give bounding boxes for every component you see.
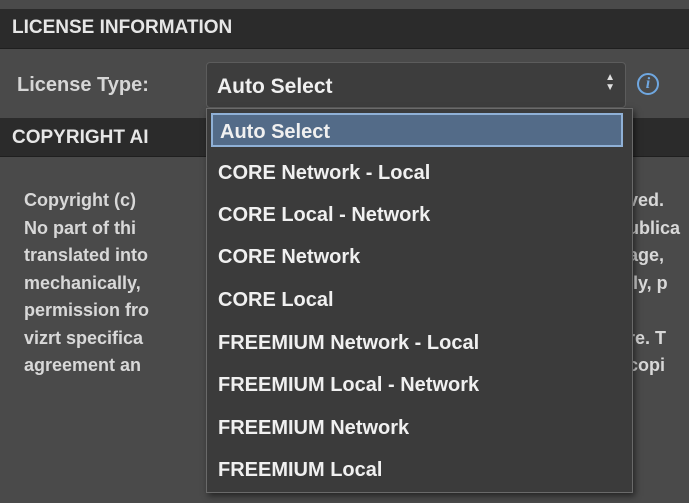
copyright-line: Copyright (c): [24, 190, 136, 210]
info-icon[interactable]: i: [637, 73, 659, 95]
copyright-line-end: lly, p: [628, 272, 668, 293]
copyright-line-end: ved.: [628, 190, 665, 210]
dropdown-option-freemium-network-local[interactable]: FREEMIUM Network - Local: [211, 326, 623, 360]
copyright-line-end: age,: [628, 245, 665, 265]
select-arrows-icon: ▲ ▼: [605, 72, 615, 93]
dropdown-option-auto-select[interactable]: Auto Select: [211, 113, 623, 147]
copyright-line: permission fro: [24, 300, 150, 320]
copyright-line: agreement an: [24, 355, 142, 375]
dropdown-option-core-local-network[interactable]: CORE Local - Network: [211, 198, 623, 232]
dropdown-option-freemium-local-network[interactable]: FREEMIUM Local - Network: [211, 368, 623, 402]
dropdown-option-core-network[interactable]: CORE Network: [211, 240, 623, 274]
copyright-line-end: re. T: [628, 327, 667, 348]
copyright-line: translated into: [24, 245, 149, 265]
copyright-line: No part of thi: [24, 217, 136, 238]
dropdown-option-freemium-network[interactable]: FREEMIUM Network: [211, 411, 623, 445]
license-type-label: License Type:: [17, 74, 149, 96]
copyright-line: mechanically,: [24, 272, 141, 293]
license-type-select[interactable]: Auto Select ▲ ▼: [206, 62, 626, 108]
dropdown-option-core-local[interactable]: CORE Local: [211, 283, 623, 317]
license-type-selected-value: Auto Select: [217, 75, 333, 98]
license-section-header: LICENSE INFORMATION: [0, 9, 689, 49]
copyright-line-end: copi: [628, 355, 666, 375]
dropdown-option-freemium-local[interactable]: FREEMIUM Local: [211, 453, 623, 487]
copyright-line-end: ublica: [628, 217, 681, 238]
dropdown-option-core-network-local[interactable]: CORE Network - Local: [211, 156, 623, 190]
license-type-dropdown: Auto Select CORE Network - Local CORE Lo…: [206, 108, 633, 493]
copyright-line: vizrt specifica: [24, 327, 144, 348]
